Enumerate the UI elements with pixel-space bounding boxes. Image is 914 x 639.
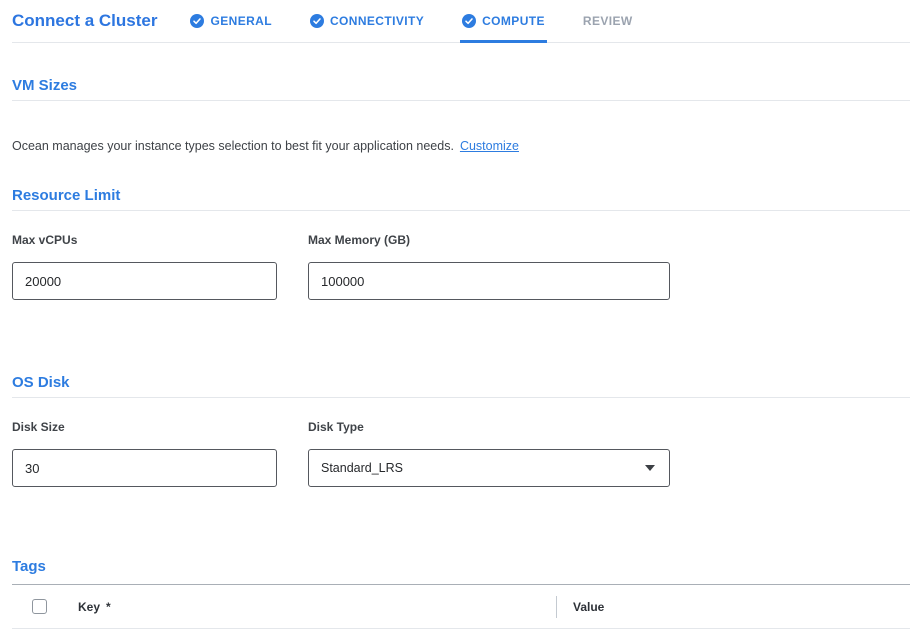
connect-cluster-wizard: Connect a Cluster GENERAL CONNECTIVITY C… (0, 0, 914, 639)
tab-label: COMPUTE (482, 14, 545, 28)
tab-label: CONNECTIVITY (330, 14, 424, 28)
max-memory-input[interactable] (308, 262, 670, 300)
column-divider (556, 596, 557, 618)
key-column-header: Key * (78, 600, 556, 614)
tab-label: GENERAL (210, 14, 271, 28)
required-asterisk: * (106, 600, 111, 614)
max-vcpus-field-group: Max vCPUs (12, 233, 277, 300)
vm-sizes-heading: VM Sizes (12, 78, 910, 101)
tab-connectivity[interactable]: CONNECTIVITY (310, 0, 424, 42)
tab-compute[interactable]: COMPUTE (462, 0, 545, 42)
tab-general[interactable]: GENERAL (190, 0, 271, 42)
wizard-header: Connect a Cluster GENERAL CONNECTIVITY C… (12, 0, 910, 43)
page-title: Connect a Cluster (12, 11, 157, 31)
check-circle-icon (310, 14, 324, 28)
value-column-header: Value (573, 600, 604, 614)
tab-label: REVIEW (583, 14, 633, 28)
max-memory-label: Max Memory (GB) (308, 233, 670, 247)
max-vcpus-label: Max vCPUs (12, 233, 277, 247)
tab-review[interactable]: REVIEW (583, 0, 633, 42)
max-vcpus-input[interactable] (12, 262, 277, 300)
disk-type-select[interactable]: Standard_LRS (308, 449, 670, 487)
resource-limit-fields: Max vCPUs Max Memory (GB) (12, 233, 910, 300)
disk-type-field-group: Disk Type Standard_LRS (308, 420, 670, 487)
description-text: Ocean manages your instance types select… (12, 139, 454, 153)
customize-link[interactable]: Customize (460, 139, 519, 153)
check-circle-icon (462, 14, 476, 28)
disk-type-label: Disk Type (308, 420, 670, 434)
caret-down-icon (645, 465, 655, 471)
disk-type-selected-value: Standard_LRS (321, 461, 403, 475)
resource-limit-heading: Resource Limit (12, 188, 910, 211)
os-disk-heading: OS Disk (12, 375, 910, 398)
check-circle-icon (190, 14, 204, 28)
max-memory-field-group: Max Memory (GB) (308, 233, 670, 300)
vm-sizes-description: Ocean manages your instance types select… (12, 139, 910, 153)
tags-table-header: Key * Value (12, 585, 910, 629)
key-header-label: Key (78, 600, 100, 614)
tags-heading: Tags (12, 559, 910, 585)
disk-size-label: Disk Size (12, 420, 277, 434)
wizard-step-tabs: GENERAL CONNECTIVITY COMPUTE REVIEW (190, 0, 632, 42)
select-all-checkbox[interactable] (32, 599, 47, 614)
os-disk-fields: Disk Size Disk Type Standard_LRS (12, 420, 910, 487)
disk-size-field-group: Disk Size (12, 420, 277, 487)
disk-size-input[interactable] (12, 449, 277, 487)
